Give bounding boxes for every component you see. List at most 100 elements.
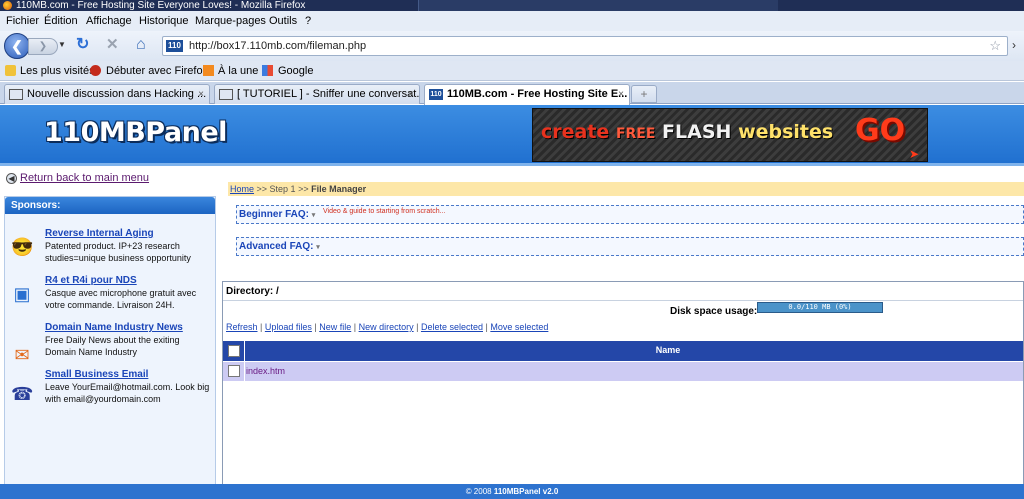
ad-text: create FREE FLASH websites (541, 121, 834, 143)
sponsor-description: Casque avec microphone gratuit avec votr… (45, 288, 197, 310)
window-titlebar: 110MB.com - Free Hosting Site Everyone L… (0, 0, 1024, 11)
tab-close-icon[interactable]: × (408, 85, 414, 104)
tab-hacking-discussion[interactable]: Nouvelle discussion dans Hacking ... × (4, 84, 210, 104)
bookmark-getting-started[interactable]: Débuter avec Firefox (106, 65, 208, 77)
sponsor-description: Leave YourEmail@hotmail.com. Look big wi… (45, 382, 210, 404)
menu-affichage[interactable]: Affichage (86, 15, 132, 27)
main-content: Home >> Step 1 >> File Manager Beginner … (222, 166, 1024, 486)
reload-icon[interactable]: ↻ (76, 37, 92, 53)
sponsor-item: ▣ R4 et R4i pour NDS Casque avec microph… (5, 275, 215, 319)
breadcrumb-step: Step 1 (269, 184, 296, 194)
refresh-link[interactable]: Refresh (226, 322, 258, 332)
tab-110mb-active[interactable]: 110 110MB.com - Free Hosting Site E... × (424, 84, 630, 105)
sponsor-link[interactable]: Reverse Internal Aging (45, 228, 154, 239)
site-favicon-icon: 110 (166, 40, 183, 52)
back-to-main-menu-link[interactable]: Return back to main menu (20, 172, 149, 184)
menu-outils[interactable]: Outils (269, 15, 297, 27)
home-icon[interactable]: ⌂ (136, 36, 154, 54)
sponsors-title: Sponsors: (5, 197, 215, 214)
panel-logo[interactable]: 110MBPanel (44, 117, 227, 148)
menu-historique[interactable]: Historique (139, 15, 189, 27)
sponsor-link[interactable]: Domain Name Industry News (45, 322, 183, 333)
bookmark-headlines[interactable]: À la une (218, 65, 258, 77)
most-visited-icon (5, 65, 16, 76)
new-tab-button[interactable]: + (631, 85, 657, 103)
menu-edition[interactable]: Édition (44, 15, 78, 27)
advanced-faq-panel[interactable]: Advanced FAQ: ▾ (236, 237, 1024, 256)
bookmarks-toolbar: Les plus visités Débuter avec Firefox À … (0, 61, 1024, 81)
menu-fichier[interactable]: Fichier (6, 15, 39, 27)
footer-copyright: © 2008 (465, 487, 494, 496)
file-actions: Refresh | Upload files | New file | New … (226, 322, 549, 332)
menu-help[interactable]: ? (305, 15, 311, 27)
tab-label: [ TUTORIEL ] - Sniffer une conversat... (237, 88, 420, 100)
sponsors-box: Sponsors: 😎 Reverse Internal Aging Paten… (4, 196, 216, 485)
firefox-bookmark-icon (90, 65, 101, 76)
tab-label: 110MB.com - Free Hosting Site E... (447, 88, 628, 100)
back-arrow-icon: ◀ (6, 173, 17, 184)
toolbar-overflow-icon[interactable]: › (1012, 38, 1016, 52)
table-row[interactable]: index.htm (223, 362, 1023, 381)
menu-marque-pages[interactable]: Marque-pages (195, 15, 266, 27)
file-manager: Directory: / Disk space usage: 0.0/110 M… (222, 281, 1024, 486)
titlebar-decoration (418, 0, 778, 11)
address-bar[interactable]: 110 http://box17.110mb.com/fileman.php ☆ (162, 36, 1008, 56)
telephone-icon: ☎ (11, 384, 34, 404)
directory-label: Directory: / (226, 286, 279, 297)
sponsor-link[interactable]: R4 et R4i pour NDS (45, 275, 137, 286)
sponsor-description: Free Daily News about the exiting Domain… (45, 335, 180, 357)
page-icon (219, 89, 233, 100)
sponsor-item: ✉ Domain Name Industry News Free Daily N… (5, 322, 215, 366)
smiley-sunglasses-icon: 😎 (11, 237, 34, 257)
sponsor-link[interactable]: Small Business Email (45, 369, 148, 380)
beginner-faq-toggle[interactable]: Beginner FAQ: ▾ (239, 209, 315, 220)
tab-bar: Nouvelle discussion dans Hacking ... × [… (0, 82, 1024, 105)
upload-files-link[interactable]: Upload files (265, 322, 312, 332)
footer: © 2008 110MBPanel v2.0 (0, 484, 1024, 499)
site-favicon-icon: 110 (429, 89, 443, 100)
move-selected-link[interactable]: Move selected (490, 322, 548, 332)
sidebar: ◀ Return back to main menu Sponsors: 😎 R… (0, 166, 220, 486)
flash-websites-ad-banner[interactable]: create FREE FLASH websites GO ➤ (532, 108, 928, 162)
file-name-link[interactable]: index.htm (246, 366, 285, 376)
new-directory-link[interactable]: New directory (359, 322, 414, 332)
bookmark-star-icon[interactable]: ☆ (989, 38, 1001, 54)
stop-icon[interactable]: ✕ (106, 37, 122, 53)
beginner-faq-panel[interactable]: Beginner FAQ: ▾ Video & guide to startin… (236, 205, 1024, 224)
tab-label: Nouvelle discussion dans Hacking ... (27, 88, 207, 100)
new-file-link[interactable]: New file (319, 322, 351, 332)
panel-header: 110MBPanel create FREE FLASH websites GO… (0, 105, 1024, 166)
forward-button[interactable]: ❯ (28, 38, 58, 55)
rss-feed-icon (203, 65, 214, 76)
sponsor-description: Patented product. IP+23 research studies… (45, 241, 191, 263)
file-table-header: Name (223, 341, 1023, 361)
navigation-toolbar: ❮ ❯ ▼ ↻ ✕ ⌂ 110 http://box17.110mb.com/f… (0, 31, 1024, 61)
advanced-faq-toggle[interactable]: Advanced FAQ: ▾ (239, 241, 320, 252)
disk-usage-bar: 0.0/110 MB (0%) (757, 302, 883, 313)
footer-brand: 110MBPanel v2.0 (493, 487, 559, 496)
disk-usage-label: Disk space usage: (670, 306, 758, 317)
chevron-down-icon: ▾ (311, 212, 316, 219)
ad-arrow-icon: ➤ (909, 147, 920, 161)
chevron-down-icon: ▾ (316, 244, 320, 251)
cubes-icon: ▣ (13, 284, 31, 304)
column-header-name[interactable]: Name (223, 345, 1023, 355)
tab-close-icon[interactable]: × (198, 85, 204, 104)
tab-tutoriel-sniffer[interactable]: [ TUTORIEL ] - Sniffer une conversat... … (214, 84, 420, 104)
sponsor-item: ☎ Small Business Email Leave YourEmail@h… (5, 369, 215, 413)
back-button[interactable]: ❮ (4, 33, 30, 59)
page-icon (9, 89, 23, 100)
bookmark-most-visited[interactable]: Les plus visités (20, 65, 95, 77)
history-dropdown-icon[interactable]: ▼ (58, 40, 66, 49)
window-title: 110MB.com - Free Hosting Site Everyone L… (16, 0, 306, 11)
firefox-logo-icon (3, 1, 12, 10)
bookmark-google[interactable]: Google (278, 65, 313, 77)
url-text[interactable]: http://box17.110mb.com/fileman.php (189, 40, 366, 52)
breadcrumb-home-link[interactable]: Home (230, 184, 254, 194)
breadcrumb: Home >> Step 1 >> File Manager (228, 182, 1024, 196)
tab-close-icon[interactable]: × (618, 85, 624, 104)
row-checkbox[interactable] (228, 365, 240, 377)
page-content: 110MBPanel create FREE FLASH websites GO… (0, 105, 1024, 499)
delete-selected-link[interactable]: Delete selected (421, 322, 483, 332)
directory-divider (223, 300, 1023, 301)
